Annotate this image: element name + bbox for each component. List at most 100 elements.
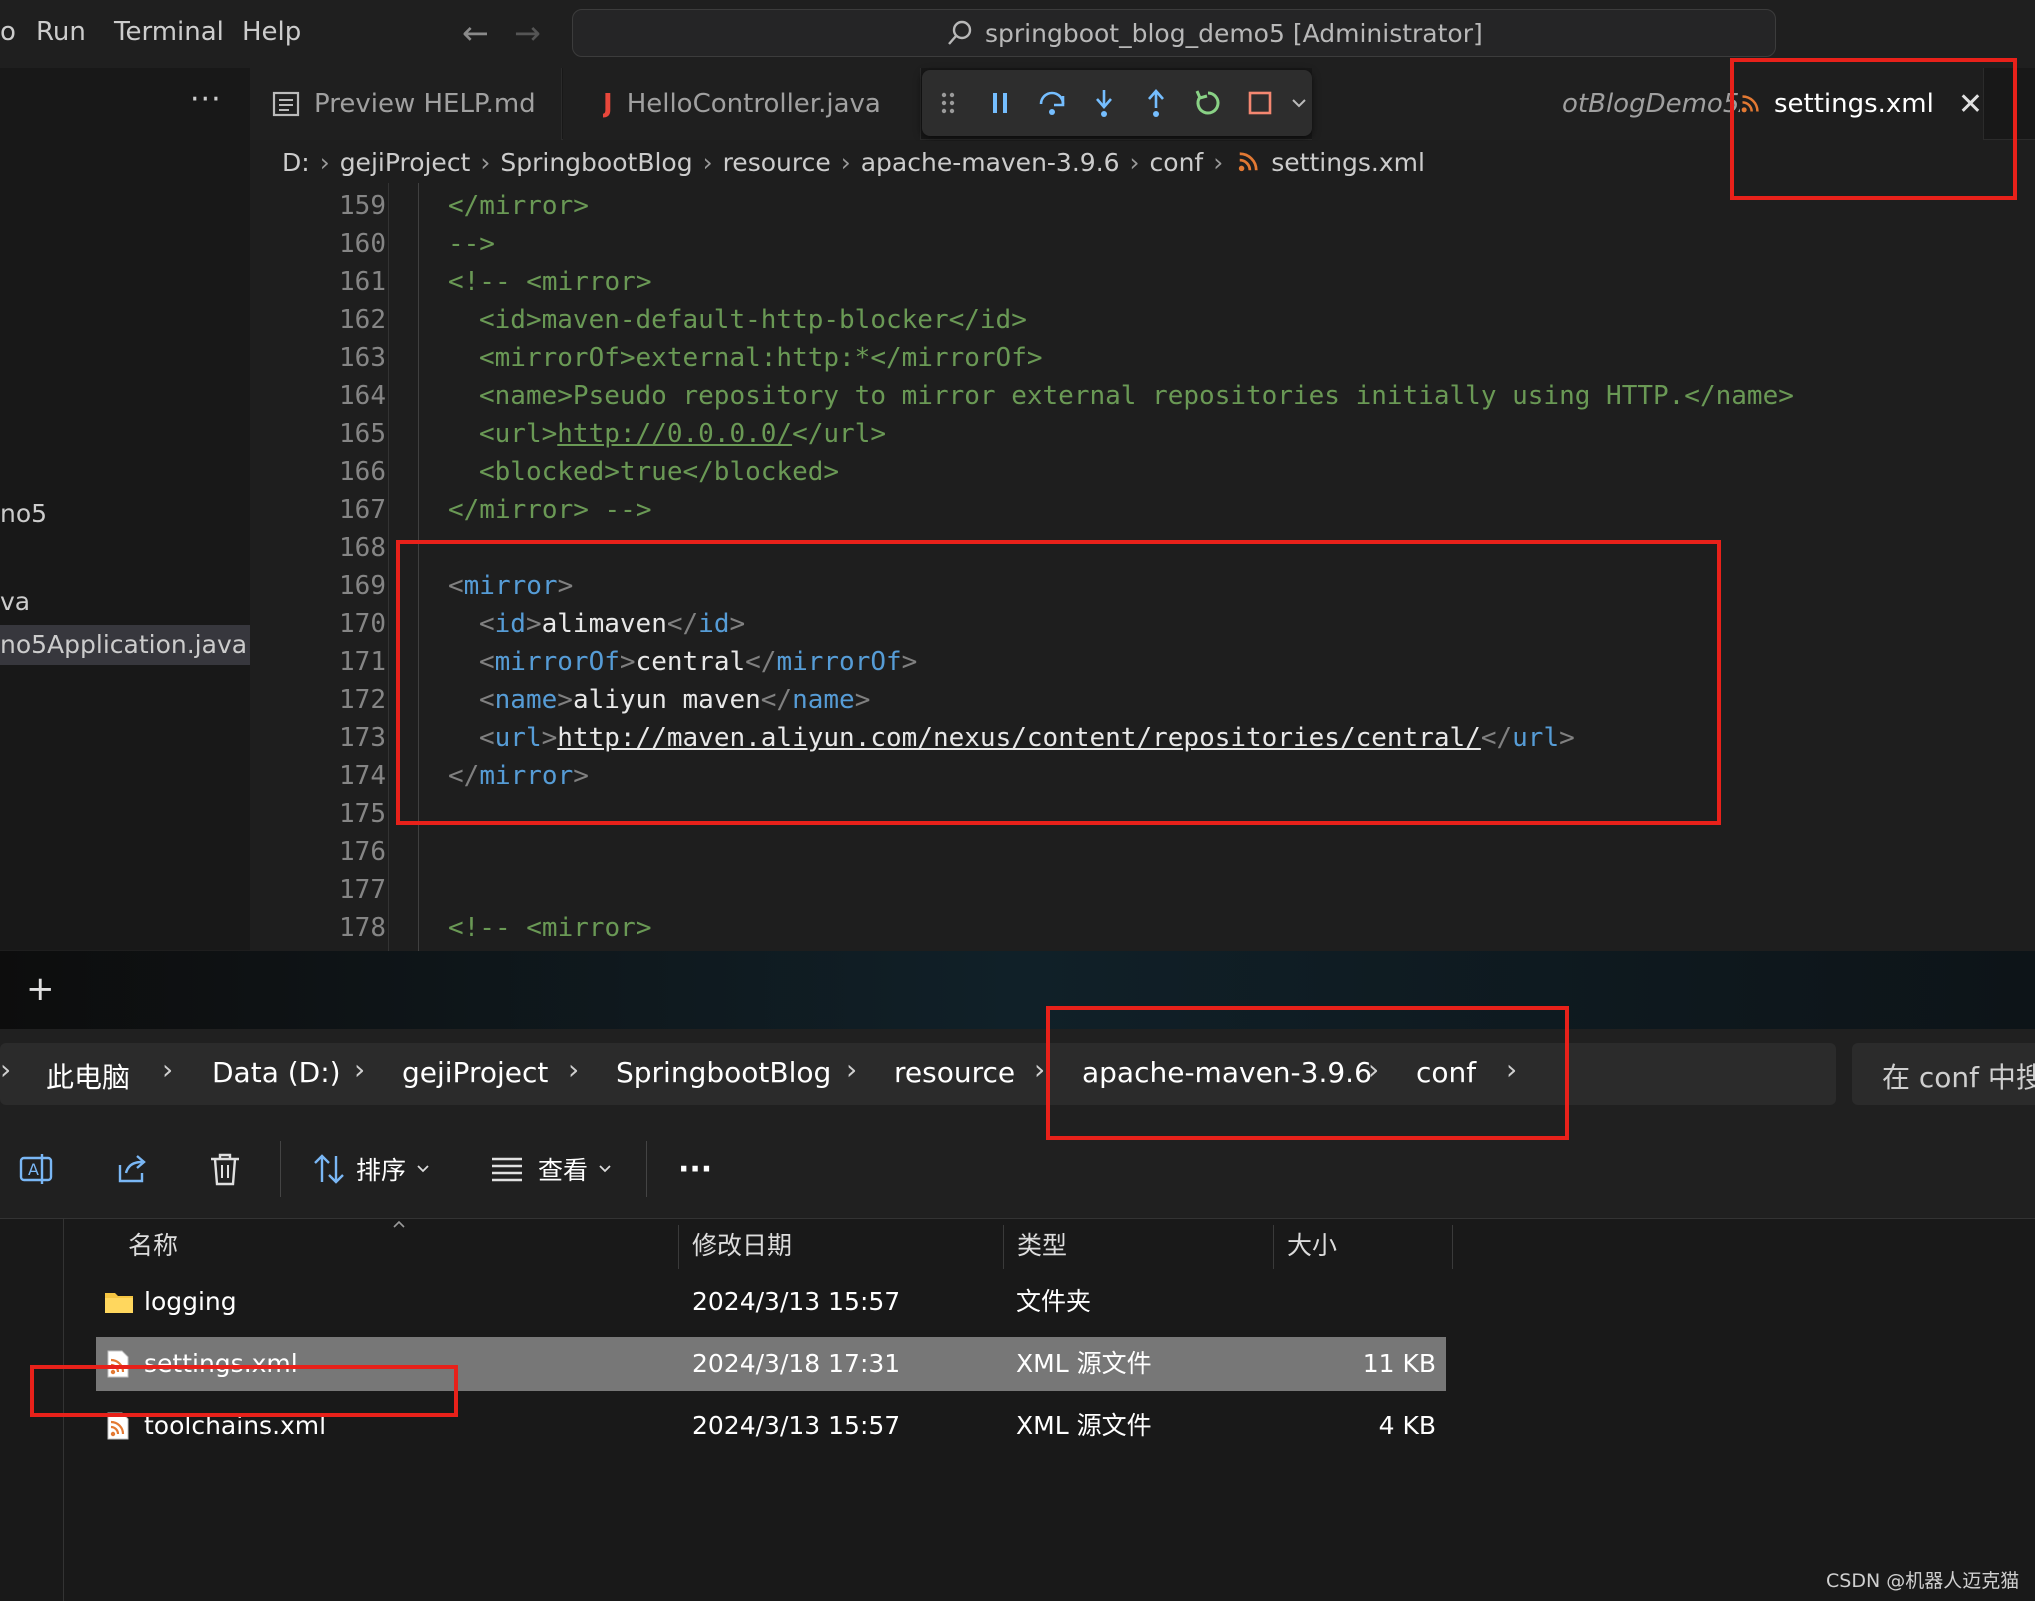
step-out-icon[interactable]: [1130, 77, 1182, 129]
file-row-logging[interactable]: logging 2024/3/13 15:57 文件夹: [96, 1275, 1446, 1329]
drag-handle-icon[interactable]: [922, 77, 974, 129]
line-number: 163: [339, 343, 386, 373]
column-divider[interactable]: [1452, 1225, 1453, 1269]
preview-icon: [272, 91, 300, 117]
menu-run[interactable]: Run: [36, 17, 86, 47]
step-over-icon[interactable]: [1026, 77, 1078, 129]
breadcrumb-conf[interactable]: conf: [1150, 148, 1204, 177]
menu-terminal[interactable]: Terminal: [114, 17, 224, 47]
code-line-159: </mirror>: [448, 191, 589, 221]
sort-label: 排序: [356, 1156, 407, 1185]
chevron-right-icon[interactable]: ›: [162, 1053, 173, 1086]
breadcrumb-apache-maven[interactable]: apache-maven-3.9.6: [861, 148, 1120, 177]
file-type: XML 源文件: [1016, 1411, 1152, 1440]
tab-hello-controller-content[interactable]: J HelloController.java: [603, 68, 923, 140]
breadcrumb-springbootblog[interactable]: SpringbootBlog: [500, 148, 692, 177]
more-options-button[interactable]: ···: [678, 1147, 712, 1191]
address-gejiproject[interactable]: gejiProject: [402, 1056, 548, 1089]
line-number: 169: [339, 571, 386, 601]
line-number: 161: [339, 267, 386, 297]
share-icon: [118, 1155, 146, 1183]
line-number: 164: [339, 381, 386, 411]
forward-arrow-icon[interactable]: →: [514, 14, 541, 52]
delete-button[interactable]: [208, 1147, 242, 1191]
chevron-right-icon[interactable]: ›: [846, 1053, 857, 1086]
new-tab-button[interactable]: +: [26, 969, 55, 1009]
chevron-down-icon[interactable]: [1286, 77, 1312, 129]
line-number: 177: [339, 875, 386, 905]
stop-icon[interactable]: [1234, 77, 1286, 129]
command-center[interactable]: springboot_blog_demo5 [Administrator]: [572, 9, 1776, 57]
restart-icon[interactable]: [1182, 77, 1234, 129]
column-divider[interactable]: [1273, 1225, 1274, 1269]
column-divider[interactable]: [678, 1225, 679, 1269]
pause-icon[interactable]: [974, 77, 1026, 129]
tab-label: HelloController.java: [626, 89, 881, 119]
address-data-d[interactable]: Data (D:): [212, 1056, 341, 1089]
chevron-right-icon: ›: [1129, 147, 1140, 177]
breadcrumb-resource[interactable]: resource: [723, 148, 831, 177]
highlight-box-address: [1046, 1006, 1569, 1140]
address-resource[interactable]: resource: [894, 1056, 1015, 1089]
code-line-161: <!-- <mirror>: [448, 267, 652, 297]
line-number: 170: [339, 609, 386, 639]
sort-icon: [314, 1154, 344, 1184]
highlight-box-tab: [1730, 58, 2017, 200]
address-bar: › 此电脑 › Data (D:) › gejiProject › Spring…: [0, 1029, 2035, 1119]
debug-toolbar: [922, 70, 1312, 136]
address-springbootblog[interactable]: SpringbootBlog: [616, 1056, 831, 1089]
more-actions-icon[interactable]: ···: [190, 82, 222, 117]
line-number: 162: [339, 305, 386, 335]
java-icon: J: [603, 89, 613, 119]
chevron-right-icon: ›: [702, 147, 713, 177]
menu-help[interactable]: Help: [242, 17, 301, 47]
back-arrow-icon[interactable]: ←: [462, 14, 489, 52]
chevron-right-icon: ›: [0, 1053, 12, 1086]
chevron-right-icon: ›: [840, 147, 851, 177]
chevron-right-icon[interactable]: ›: [568, 1053, 579, 1086]
chevron-right-icon[interactable]: ›: [354, 1053, 365, 1086]
line-number: 167: [339, 495, 386, 525]
column-divider[interactable]: [1003, 1225, 1004, 1269]
line-number-gutter: 159 160 161 162 163 164 165 166 167 168 …: [250, 183, 386, 951]
sidebar-item-project[interactable]: no5: [0, 494, 47, 534]
code-line-165: <url>http://0.0.0.0/</url>: [479, 415, 886, 453]
search-input[interactable]: 在 conf 中搜: [1852, 1043, 2035, 1105]
sort-button[interactable]: 排序: [312, 1147, 430, 1191]
tab-blog-application-content[interactable]: otBlogDemo5Application.java: [1312, 68, 1772, 140]
view-button[interactable]: 查看: [490, 1147, 612, 1191]
folder-icon: [105, 1293, 133, 1313]
menu-run-partial[interactable]: o: [0, 17, 16, 47]
share-button[interactable]: [114, 1147, 150, 1191]
explorer-tab-bar: +: [0, 951, 2035, 1029]
sidebar-item-application[interactable]: no5Application.java: [0, 625, 250, 665]
line-number: 178: [339, 913, 386, 943]
line-number: 160: [339, 229, 386, 259]
gutter-divider: [388, 183, 389, 951]
line-number: 166: [339, 457, 386, 487]
sidebar-item-java[interactable]: va: [0, 582, 30, 622]
chevron-right-icon: ›: [1213, 147, 1224, 177]
address-this-pc[interactable]: 此电脑: [46, 1056, 130, 1096]
file-type: XML 源文件: [1016, 1349, 1152, 1378]
chevron-right-icon: ›: [480, 147, 491, 177]
column-header-size[interactable]: 大小: [1275, 1219, 1451, 1273]
breadcrumb-gejiproject[interactable]: gejiProject: [340, 148, 471, 177]
line-number: 159: [339, 191, 386, 221]
chevron-right-icon[interactable]: ›: [1034, 1053, 1045, 1086]
code-link[interactable]: http://0.0.0.0/: [557, 419, 792, 449]
tab-preview-help[interactable]: Preview HELP.md: [250, 68, 562, 140]
breadcrumb-drive[interactable]: D:: [282, 148, 310, 177]
trash-icon: [211, 1153, 239, 1186]
breadcrumb-settings-xml[interactable]: settings.xml: [1271, 148, 1425, 177]
explorer-toolbar: A 排序 查看 ···: [0, 1119, 2035, 1219]
column-header-type[interactable]: 类型: [1005, 1219, 1270, 1273]
line-number: 175: [339, 799, 386, 829]
code-line-163: <mirrorOf>external:http:*</mirrorOf>: [479, 343, 1043, 373]
step-into-icon[interactable]: [1078, 77, 1130, 129]
chevron-down-icon: [599, 1165, 611, 1173]
file-type: 文件夹: [1016, 1287, 1092, 1316]
rename-button[interactable]: A: [18, 1147, 54, 1191]
watermark: CSDN @机器人迈克猫: [1826, 1570, 2020, 1592]
column-header-modified[interactable]: 修改日期: [680, 1219, 1000, 1273]
